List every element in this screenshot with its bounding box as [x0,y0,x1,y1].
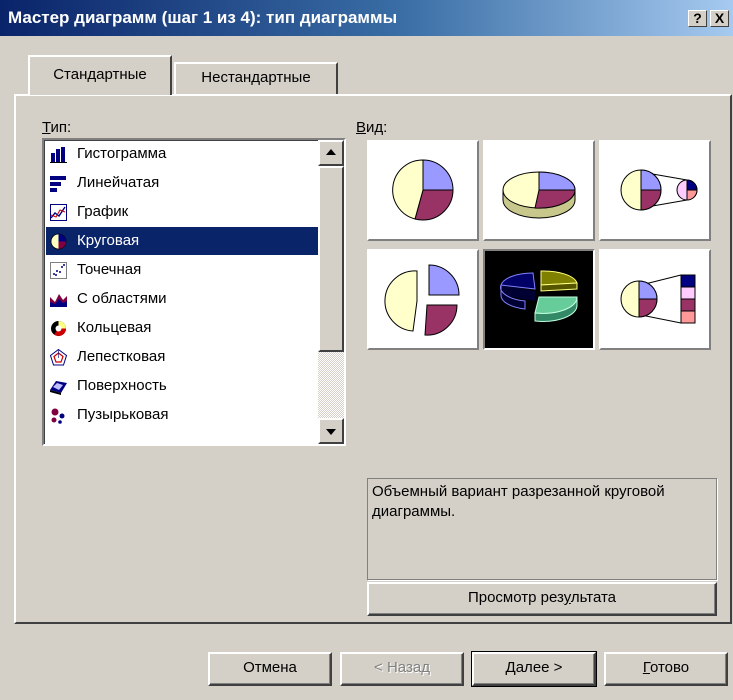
finish-button[interactable]: Готово [604,652,728,686]
back-button[interactable]: < Назад [340,652,464,686]
next-button[interactable]: Далее > [471,651,597,687]
help-button[interactable]: ? [688,10,707,27]
close-button[interactable]: X [710,10,729,27]
tab-standard[interactable]: Стандартные [28,55,172,95]
title-bar[interactable]: Мастер диаграмм (шаг 1 из 4): тип диагра… [0,0,733,36]
cancel-button[interactable]: Отмена [208,652,332,686]
tab-custom[interactable]: Нестандартные [174,62,338,94]
window-title: Мастер диаграмм (шаг 1 из 4): тип диагра… [8,8,398,27]
tab-panel [14,94,732,624]
